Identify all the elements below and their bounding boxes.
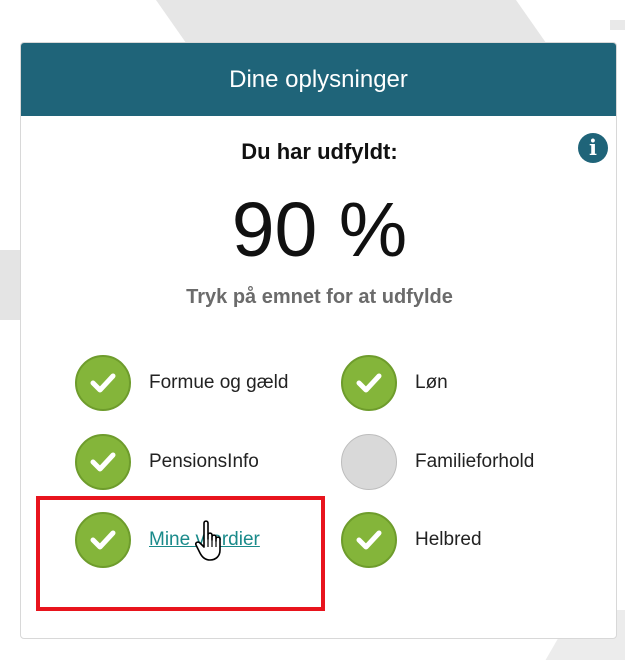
item-label: Helbred — [415, 529, 482, 550]
highlight-box — [36, 496, 325, 611]
check-icon — [341, 512, 397, 568]
item-loen[interactable]: Løn — [341, 354, 448, 412]
item-label: Familieforhold — [415, 451, 535, 472]
item-label: Løn — [415, 372, 448, 393]
item-label: Formue og gæld — [149, 372, 289, 393]
hand-pointer-cursor-icon — [195, 520, 221, 561]
check-icon — [75, 355, 131, 411]
item-label: PensionsInfo — [149, 451, 259, 472]
check-icon — [341, 355, 397, 411]
completion-percent: 90 % — [231, 187, 408, 273]
hint-text: Tryk på emnet for at udfylde — [186, 286, 453, 308]
item-formue-og-gaeld[interactable]: Formue og gæld — [75, 354, 288, 412]
card-header: Dine oplysninger — [21, 43, 616, 116]
background-stripe — [610, 20, 625, 30]
item-helbred[interactable]: Helbred — [341, 511, 482, 569]
card-title: Dine oplysninger — [229, 65, 408, 93]
empty-circle-icon — [341, 434, 397, 490]
item-familieforhold[interactable]: Familieforhold — [341, 433, 534, 491]
item-pensionsinfo[interactable]: PensionsInfo — [75, 433, 259, 491]
filled-label: Du har udfyldt: — [241, 139, 398, 164]
check-icon — [75, 434, 131, 490]
